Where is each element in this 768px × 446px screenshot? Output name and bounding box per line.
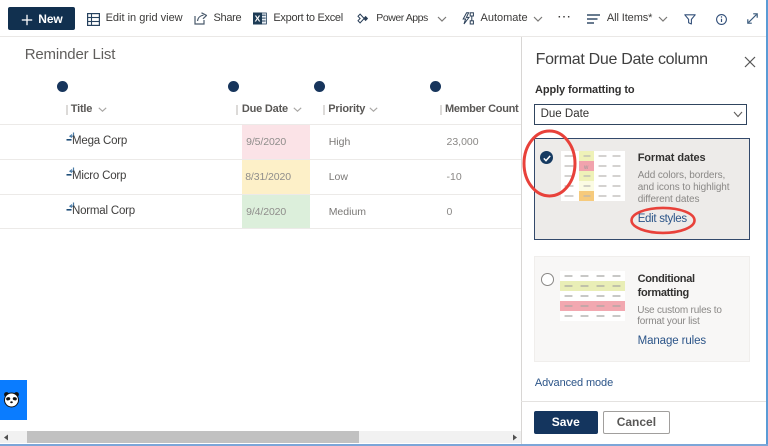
svg-text:X: X — [255, 14, 261, 24]
svg-text:w: w — [583, 165, 589, 171]
